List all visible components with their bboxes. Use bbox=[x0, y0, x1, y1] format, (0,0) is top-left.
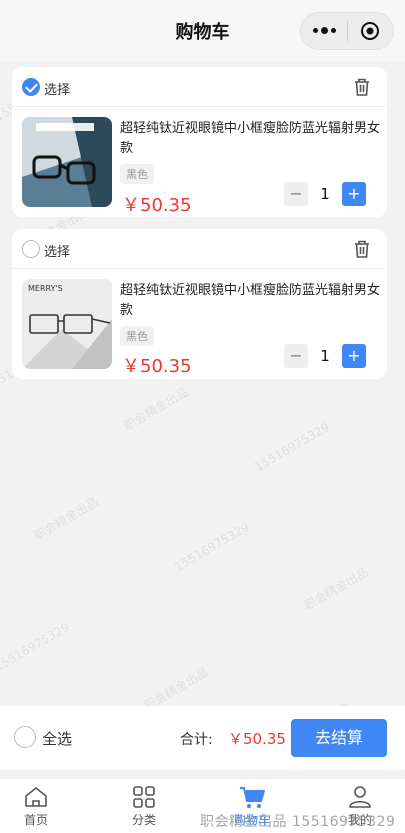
decrease-button[interactable]: − bbox=[284, 344, 308, 368]
product-image[interactable]: MERRY'S bbox=[22, 279, 112, 369]
cart-item: 选择 MERRY'S 超轻纯钛近视眼镜中小框瘦脸防蓝光辐射男女款 黑色 ￥50.… bbox=[12, 229, 387, 379]
product-price: ￥50.35 bbox=[122, 195, 192, 216]
quantity-stepper: − 1 + bbox=[284, 182, 366, 206]
cart-icon bbox=[240, 787, 265, 808]
category-icon bbox=[133, 786, 155, 808]
spec-tag: 黑色 bbox=[120, 164, 154, 184]
checkout-button[interactable]: 去结算 bbox=[291, 719, 387, 757]
mini-program-capsule bbox=[300, 12, 394, 50]
select-all-label[interactable]: 全选 bbox=[42, 728, 72, 749]
increase-button[interactable]: + bbox=[342, 344, 366, 368]
item-checkbox[interactable] bbox=[22, 240, 40, 258]
tab-label: 首页 bbox=[23, 813, 48, 827]
product-image[interactable] bbox=[22, 117, 112, 207]
trash-icon[interactable] bbox=[353, 77, 371, 97]
item-checkbox[interactable] bbox=[22, 78, 40, 96]
quantity-value: 1 bbox=[320, 347, 330, 365]
tab-home[interactable]: 首页 bbox=[6, 785, 66, 828]
total-label: 合计: bbox=[180, 732, 213, 748]
trash-icon[interactable] bbox=[353, 239, 371, 259]
cart-item: 选择 超轻纯钛近视眼镜中小框瘦脸防蓝光辐射男女款 黑色 ￥50.35 − 1 + bbox=[12, 67, 387, 217]
select-label: 选择 bbox=[44, 83, 71, 98]
decrease-button[interactable]: − bbox=[284, 182, 308, 206]
select-all-checkbox[interactable] bbox=[14, 726, 36, 748]
quantity-stepper: − 1 + bbox=[284, 344, 366, 368]
tab-category[interactable]: 分类 bbox=[114, 785, 174, 828]
product-name[interactable]: 超轻纯钛近视眼镜中小框瘦脸防蓝光辐射男女款 bbox=[120, 119, 380, 159]
spec-tag: 黑色 bbox=[120, 326, 154, 346]
nav-header: 购物车 bbox=[0, 0, 405, 62]
watermark-overlay-text: 职会精金出品 15516975329 bbox=[200, 814, 396, 830]
product-price: ￥50.35 bbox=[122, 356, 192, 377]
checkout-bar: 全选 合计: ￥50.35 去结算 bbox=[0, 706, 405, 770]
tab-label: 分类 bbox=[131, 813, 156, 827]
close-target-icon[interactable] bbox=[348, 21, 393, 41]
user-icon bbox=[349, 786, 371, 808]
more-menu-icon[interactable] bbox=[301, 27, 347, 34]
select-label: 选择 bbox=[44, 245, 71, 260]
home-icon bbox=[25, 787, 47, 807]
cart-item-header: 选择 bbox=[12, 67, 387, 107]
increase-button[interactable]: + bbox=[342, 182, 366, 206]
cart-item-header: 选择 bbox=[12, 229, 387, 269]
brand-logo-text: MERRY'S bbox=[28, 284, 63, 293]
total-price: ￥50.35 bbox=[228, 730, 286, 748]
quantity-value: 1 bbox=[320, 185, 330, 203]
product-name[interactable]: 超轻纯钛近视眼镜中小框瘦脸防蓝光辐射男女款 bbox=[120, 281, 380, 321]
